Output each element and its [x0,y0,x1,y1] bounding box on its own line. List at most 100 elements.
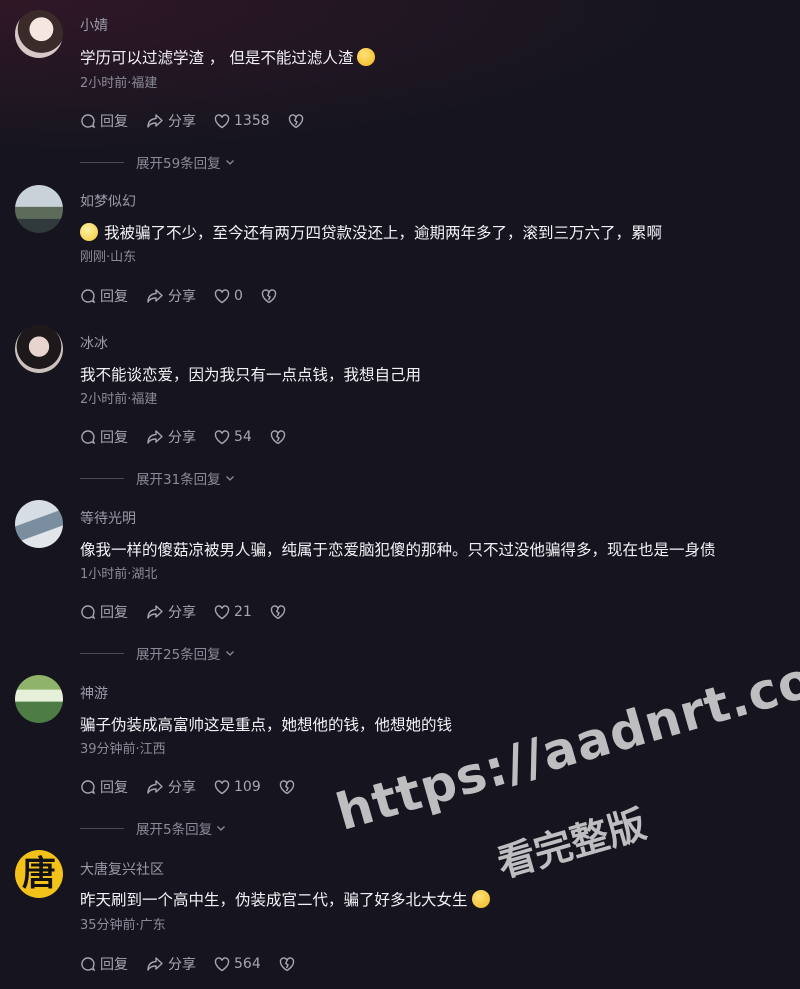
reply-button[interactable]: 回复 [80,111,128,131]
avatar[interactable] [15,10,63,58]
comment-meta: 39分钟前·江西 [80,742,166,757]
expand-replies[interactable]: 展开59条回复 [80,152,236,172]
comment-author[interactable]: 神游 [80,685,108,703]
comment-author[interactable]: 小婧 [80,17,108,35]
comment-meta: 2小时前·福建 [80,392,158,407]
avatar-logo-text: 唐 [22,854,56,894]
dislike-button[interactable] [261,288,281,304]
comment-actions: 回复 分享 1358 [80,112,326,130]
reply-label: 回复 [100,957,128,973]
divider [80,477,124,479]
dislike-button[interactable] [270,429,290,445]
watermark-tagline: 看完整版 [492,801,651,886]
share-icon [147,289,163,303]
reply-button[interactable]: 回复 [80,286,128,306]
avatar[interactable] [15,500,63,548]
comment-actions: 回复 分享 564 [80,955,317,973]
heart-icon [214,288,230,303]
share-button[interactable]: 分享 [146,286,196,306]
like-button[interactable]: 21 [214,604,252,620]
reply-label: 回复 [100,605,128,621]
like-count: 21 [234,604,252,620]
like-count: 109 [234,779,261,795]
comment-actions: 回复 分享 54 [80,428,308,446]
heart-icon [214,604,230,619]
comment-author[interactable]: 冰冰 [80,335,108,353]
emoji-icon [357,48,376,66]
share-button[interactable]: 分享 [146,111,196,131]
comment-actions: 回复 分享 0 [80,287,299,305]
expand-replies[interactable]: 展开5条回复 [80,818,227,838]
expand-replies-label: 展开31条回复 [136,472,221,488]
comment-author[interactable]: 等待光明 [80,510,136,528]
share-icon [147,780,163,794]
comment-meta: 2小时前·福建 [80,76,158,91]
reply-label: 回复 [100,289,128,305]
like-button[interactable]: 0 [214,288,243,304]
share-button[interactable]: 分享 [146,602,196,622]
broken-heart-icon [270,429,286,444]
reply-button[interactable]: 回复 [80,954,128,974]
avatar[interactable] [15,185,63,233]
share-button[interactable]: 分享 [146,954,196,974]
comment-text: 学历可以过滤学渣 ， 但是不能过滤人渣 [80,48,376,68]
comment-text: 我被骗了不少，至今还有两万四贷款没还上，逾期两年多了，滚到三万六了，累啊 [80,223,662,243]
heart-icon [214,779,230,794]
heart-icon [214,113,230,128]
reply-icon [81,114,96,129]
comment-meta: 1小时前·湖北 [80,567,158,582]
reply-icon [81,957,96,972]
like-button[interactable]: 54 [214,429,252,445]
reply-button[interactable]: 回复 [80,777,128,797]
avatar[interactable] [15,325,63,373]
like-count: 1358 [234,113,270,129]
reply-icon [81,780,96,795]
avatar[interactable]: 唐 [15,850,63,898]
share-icon [147,605,163,619]
expand-replies-label: 展开25条回复 [136,647,221,663]
like-count: 564 [234,956,261,972]
dislike-button[interactable] [279,779,299,795]
like-button[interactable]: 564 [214,956,261,972]
like-count: 54 [234,429,252,445]
emoji-icon [471,890,490,908]
expand-replies[interactable]: 展开25条回复 [80,643,236,663]
like-button[interactable]: 1358 [214,113,270,129]
comment-actions: 回复 分享 21 [80,603,308,621]
like-button[interactable]: 109 [214,779,261,795]
heart-icon [214,956,230,971]
heart-icon [214,429,230,444]
reply-icon [81,430,96,445]
dislike-button[interactable] [279,956,299,972]
share-button[interactable]: 分享 [146,777,196,797]
share-label: 分享 [168,780,196,796]
comment-meta: 刚刚·山东 [80,250,137,265]
divider [80,652,124,654]
broken-heart-icon [279,779,294,794]
share-label: 分享 [168,957,196,973]
expand-replies-label: 展开5条回复 [136,822,213,838]
broken-heart-icon [279,956,294,971]
reply-label: 回复 [100,780,128,796]
chevron-down-icon [225,476,234,481]
broken-heart-icon [261,288,277,303]
broken-heart-icon [270,604,286,619]
reply-label: 回复 [100,114,128,130]
reply-label: 回复 [100,430,128,446]
share-label: 分享 [168,430,196,446]
share-button[interactable]: 分享 [146,427,196,447]
dislike-button[interactable] [288,113,308,129]
comment-author[interactable]: 如梦似幻 [80,193,136,211]
expand-replies-label: 展开59条回复 [136,156,221,172]
divider [80,827,124,829]
watermark-url: https://aadnrt.com [330,635,800,842]
avatar[interactable] [15,675,63,723]
dislike-button[interactable] [270,604,290,620]
expand-replies[interactable]: 展开31条回复 [80,468,236,488]
share-label: 分享 [168,605,196,621]
comment-author[interactable]: 大唐复兴社区 [80,861,164,879]
divider [80,161,124,163]
comment-actions: 回复 分享 109 [80,778,317,796]
reply-button[interactable]: 回复 [80,427,128,447]
reply-button[interactable]: 回复 [80,602,128,622]
